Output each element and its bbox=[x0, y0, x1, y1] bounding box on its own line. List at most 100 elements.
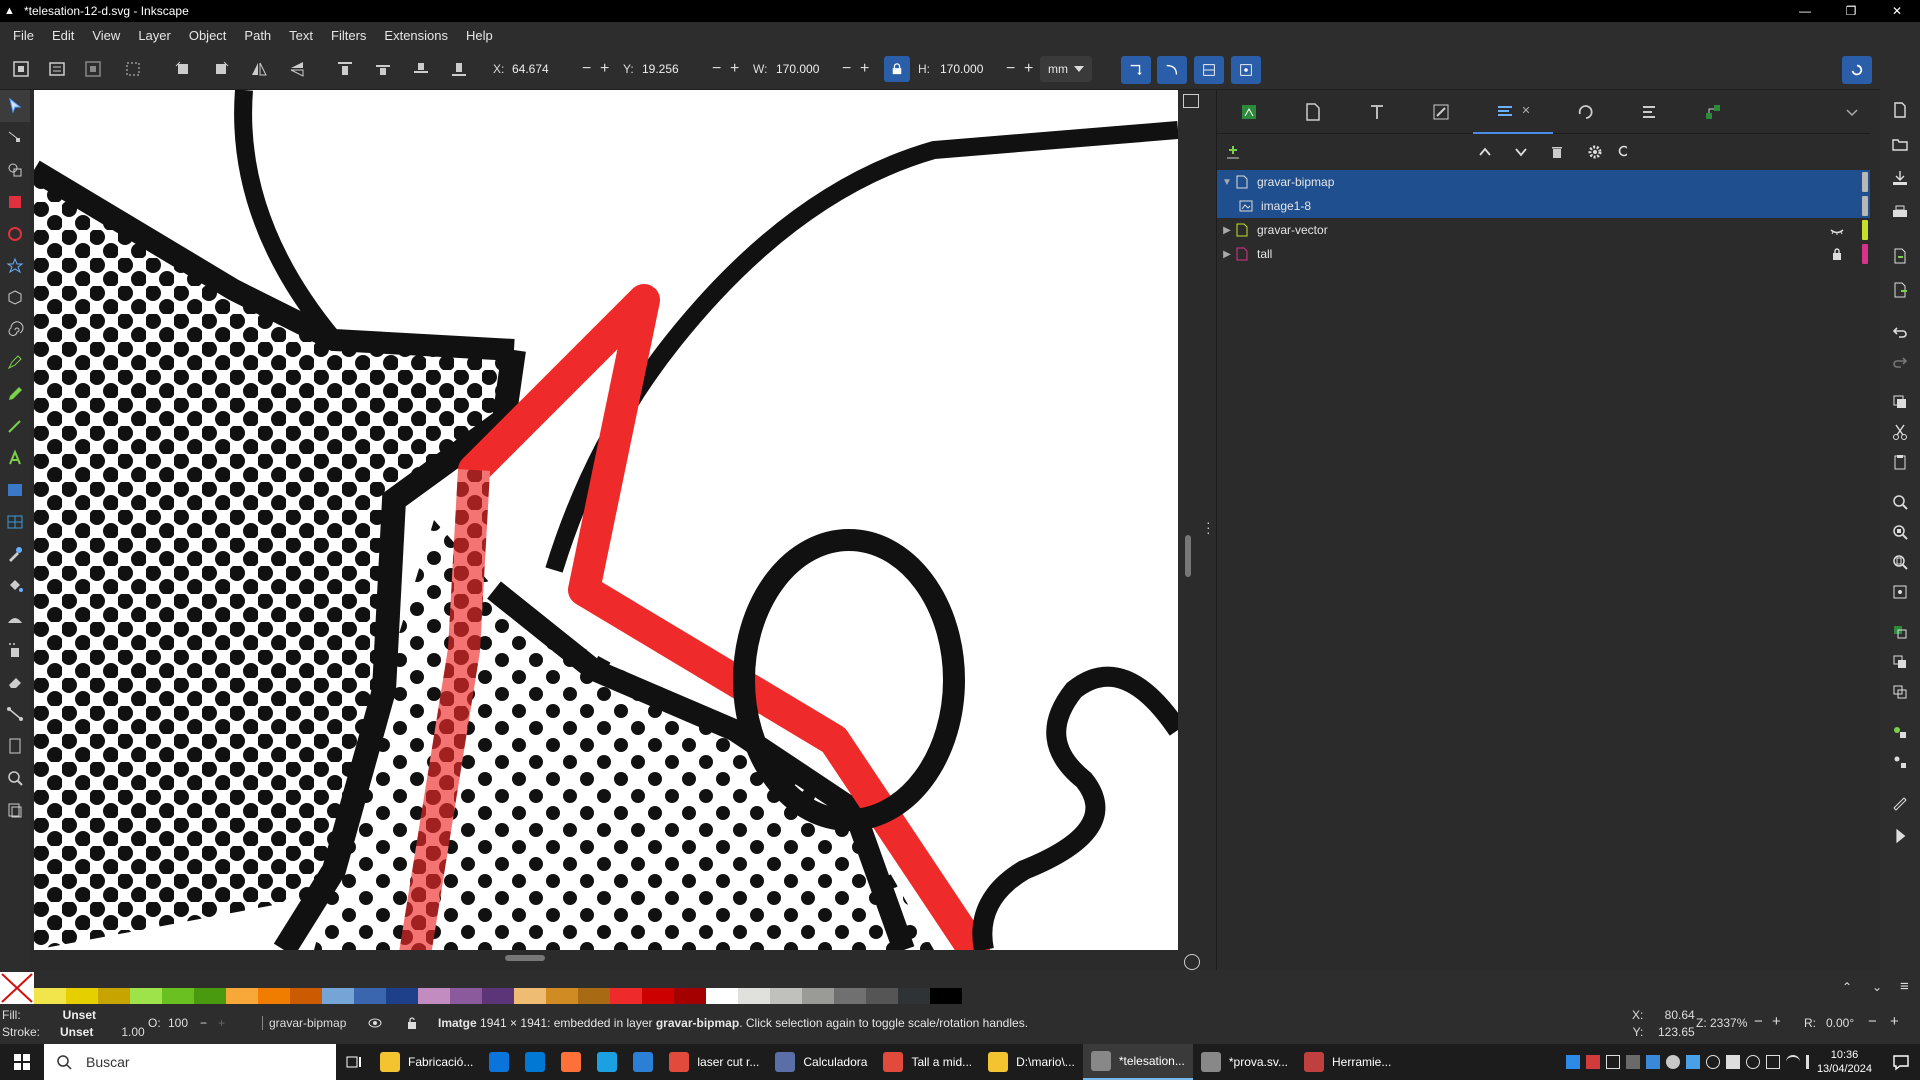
wifi-icon[interactable] bbox=[1786, 1055, 1800, 1069]
tab-text-font[interactable] bbox=[1345, 90, 1409, 134]
palette-swatch[interactable] bbox=[738, 988, 770, 1004]
import-button[interactable] bbox=[1888, 244, 1912, 268]
tray-sync-icon[interactable] bbox=[1686, 1055, 1700, 1069]
w-input[interactable] bbox=[772, 58, 836, 80]
rotate-cw-button[interactable]: + bbox=[1890, 1013, 1899, 1030]
palette-swatch[interactable] bbox=[162, 988, 194, 1004]
taskbar-app-button[interactable] bbox=[625, 1044, 661, 1080]
h-decrement-button[interactable]: − bbox=[1006, 59, 1015, 79]
palette-swatch[interactable] bbox=[386, 988, 418, 1004]
palette-swatch[interactable] bbox=[546, 988, 578, 1004]
palette-swatch[interactable] bbox=[578, 988, 610, 1004]
paste-button[interactable] bbox=[1888, 450, 1912, 474]
tray-drive-icon[interactable] bbox=[1566, 1055, 1580, 1069]
x-increment-button[interactable]: + bbox=[600, 59, 609, 79]
menu-help[interactable]: Help bbox=[457, 28, 502, 43]
palette-swatch[interactable] bbox=[258, 988, 290, 1004]
opacity-decrement-button[interactable]: − bbox=[200, 1016, 207, 1030]
palette-swatch[interactable] bbox=[322, 988, 354, 1004]
pen-tool[interactable] bbox=[0, 346, 30, 378]
move-down-button[interactable] bbox=[1511, 142, 1531, 162]
palette-swatch[interactable] bbox=[354, 988, 386, 1004]
palette-swatch[interactable] bbox=[802, 988, 834, 1004]
layer-settings-button[interactable] bbox=[1585, 142, 1605, 162]
menu-view[interactable]: View bbox=[83, 28, 129, 43]
open-button[interactable] bbox=[1888, 132, 1912, 156]
tray-device-icon[interactable] bbox=[1606, 1055, 1620, 1069]
palette-swatch[interactable] bbox=[98, 988, 130, 1004]
dropper-tool[interactable] bbox=[0, 538, 30, 570]
y-increment-button[interactable]: + bbox=[730, 59, 739, 79]
print-button[interactable] bbox=[1888, 200, 1912, 224]
tweak-tool[interactable] bbox=[0, 602, 30, 634]
export-button[interactable] bbox=[1888, 278, 1912, 302]
close-tab-icon[interactable]: ✕ bbox=[1521, 104, 1530, 117]
connector-tool[interactable] bbox=[0, 698, 30, 730]
palette-swatch[interactable] bbox=[194, 988, 226, 1004]
xml-fill-stroke-button[interactable] bbox=[1888, 790, 1912, 814]
tray-network-drive-icon[interactable] bbox=[1626, 1055, 1640, 1069]
redo-button[interactable] bbox=[1888, 350, 1912, 374]
taskbar-app-button[interactable]: D:\mario\... bbox=[980, 1044, 1083, 1080]
clone-button[interactable] bbox=[1888, 650, 1912, 674]
opacity-input[interactable]: 100 bbox=[168, 1016, 188, 1030]
layer-visibility-eye-icon[interactable] bbox=[368, 1016, 382, 1030]
palette-swatch[interactable] bbox=[834, 988, 866, 1004]
minimize-button[interactable]: — bbox=[1782, 0, 1828, 22]
display-mode-icon[interactable] bbox=[1183, 94, 1199, 108]
text-tool[interactable] bbox=[0, 442, 30, 474]
menu-file[interactable]: File bbox=[4, 28, 43, 43]
group-button[interactable] bbox=[1888, 720, 1912, 744]
pencil-tool[interactable] bbox=[0, 378, 30, 410]
dock-menu-button[interactable] bbox=[1834, 90, 1870, 134]
zoom-drawing-button[interactable] bbox=[1888, 520, 1912, 544]
node-tool[interactable] bbox=[0, 122, 30, 154]
select-all-icon[interactable] bbox=[8, 56, 34, 82]
new-document-button[interactable] bbox=[1888, 98, 1912, 122]
x-input[interactable] bbox=[508, 58, 572, 80]
palette-swatch[interactable] bbox=[898, 988, 930, 1004]
notification-icon[interactable] bbox=[1892, 1053, 1910, 1071]
zoom-page-button[interactable] bbox=[1888, 550, 1912, 574]
menu-edit[interactable]: Edit bbox=[43, 28, 83, 43]
taskbar-clock[interactable]: 10:36 13/04/2024 bbox=[1817, 1048, 1872, 1076]
expanded-arrow-icon[interactable]: ▼ bbox=[1219, 177, 1235, 188]
lower-to-bottom-icon[interactable] bbox=[446, 56, 472, 82]
taskbar-app-button[interactable] bbox=[481, 1044, 517, 1080]
eraser-tool[interactable] bbox=[0, 666, 30, 698]
zoom-out-button[interactable]: − bbox=[1754, 1013, 1763, 1030]
palette-swatch[interactable] bbox=[418, 988, 450, 1004]
layer-row-gravar-vector[interactable]: ▶ gravar-vector bbox=[1217, 218, 1870, 242]
select-all-layers-icon[interactable] bbox=[44, 56, 70, 82]
zoom-input[interactable]: 2337% bbox=[1710, 1016, 1747, 1030]
undo-button[interactable] bbox=[1888, 320, 1912, 344]
save-button[interactable] bbox=[1888, 166, 1912, 190]
flip-horizontal-icon[interactable] bbox=[246, 56, 272, 82]
w-decrement-button[interactable]: − bbox=[842, 59, 851, 79]
lock-ratio-button[interactable] bbox=[884, 56, 910, 82]
fill-stroke-indicator[interactable]: Fill: Unset Stroke: Unset 1.00 bbox=[2, 1007, 145, 1041]
layer-row-image1-8[interactable]: image1-8 bbox=[1217, 194, 1870, 218]
no-paint-swatch[interactable] bbox=[0, 972, 34, 1004]
tab-transform[interactable] bbox=[1553, 90, 1617, 134]
palette-menu-button[interactable]: ≡ bbox=[1900, 978, 1909, 995]
unit-select[interactable]: mm bbox=[1040, 56, 1092, 82]
lower-icon[interactable] bbox=[408, 56, 434, 82]
palette-swatch[interactable] bbox=[930, 988, 962, 1004]
copy-button[interactable] bbox=[1888, 390, 1912, 414]
dock-handle-icon[interactable]: · · · bbox=[1206, 515, 1211, 539]
battery-icon[interactable] bbox=[1766, 1055, 1780, 1069]
vertical-scrollbar[interactable] bbox=[1185, 535, 1191, 577]
move-gradients-button[interactable] bbox=[1194, 56, 1224, 84]
menu-layer[interactable]: Layer bbox=[129, 28, 180, 43]
layers-search-input[interactable] bbox=[1627, 140, 1857, 164]
cut-button[interactable] bbox=[1888, 420, 1912, 444]
palette-scroll-down[interactable]: ⌄ bbox=[1872, 980, 1882, 994]
rotate-ccw-icon[interactable] bbox=[170, 56, 196, 82]
tab-layers-objects[interactable]: ✕ bbox=[1473, 90, 1553, 134]
tab-align-distribute[interactable] bbox=[1617, 90, 1681, 134]
zoom-selection-button[interactable] bbox=[1888, 490, 1912, 514]
tab-fill-stroke[interactable] bbox=[1409, 90, 1473, 134]
taskbar-app-button[interactable] bbox=[589, 1044, 625, 1080]
current-layer-selector[interactable]: gravar-bipmap bbox=[262, 1016, 346, 1030]
